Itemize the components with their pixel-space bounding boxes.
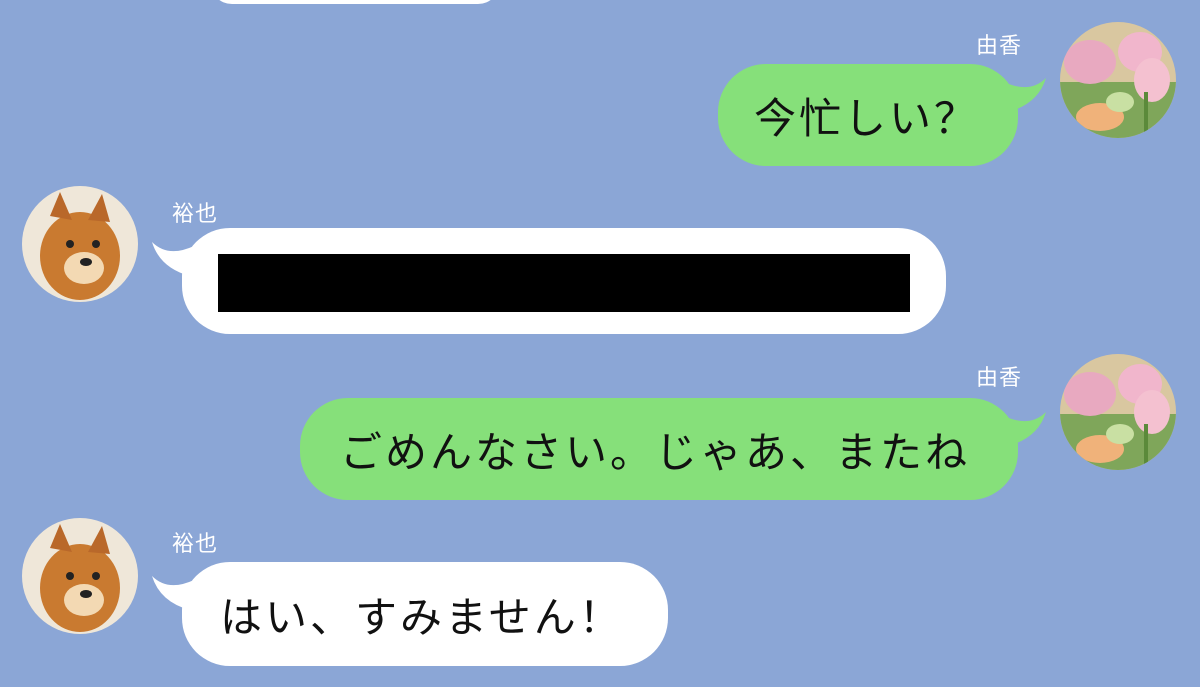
avatar-self[interactable] <box>1060 354 1176 470</box>
message-bubble[interactable]: はい、すみません！ <box>182 562 668 666</box>
shiba-dog-photo-icon <box>22 518 138 634</box>
message-text: 今忙しい？ <box>754 93 980 143</box>
message-text: ごめんなさい。じゃあ、またね <box>340 427 971 477</box>
bubble-tail <box>152 576 194 610</box>
shiba-dog-photo-icon <box>22 186 138 302</box>
sender-name: 由香 <box>976 366 1023 391</box>
previous-message-bubble[interactable] <box>210 0 500 4</box>
avatar-self[interactable] <box>1060 22 1176 138</box>
sender-name: 由香 <box>976 34 1023 59</box>
redaction-bar <box>218 254 910 312</box>
tulip-photo-icon <box>1060 22 1176 138</box>
avatar-other[interactable] <box>22 518 138 634</box>
tulip-photo-icon <box>1060 354 1176 470</box>
message-bubble[interactable] <box>182 228 946 334</box>
sender-name: 裕也 <box>172 202 219 227</box>
sender-name: 裕也 <box>172 532 219 557</box>
chat-view: 由香 今忙しい？ 裕也 由香 ごめんなさい。じゃあ、またね 裕也 はい、すみませ… <box>0 0 1200 687</box>
avatar-other[interactable] <box>22 186 138 302</box>
message-bubble[interactable]: 今忙しい？ <box>718 64 1018 166</box>
bubble-tail <box>1004 412 1046 446</box>
message-text: はい、すみません！ <box>220 592 624 642</box>
bubble-tail <box>152 242 194 276</box>
message-bubble[interactable]: ごめんなさい。じゃあ、またね <box>300 398 1018 500</box>
bubble-tail <box>1004 78 1046 112</box>
